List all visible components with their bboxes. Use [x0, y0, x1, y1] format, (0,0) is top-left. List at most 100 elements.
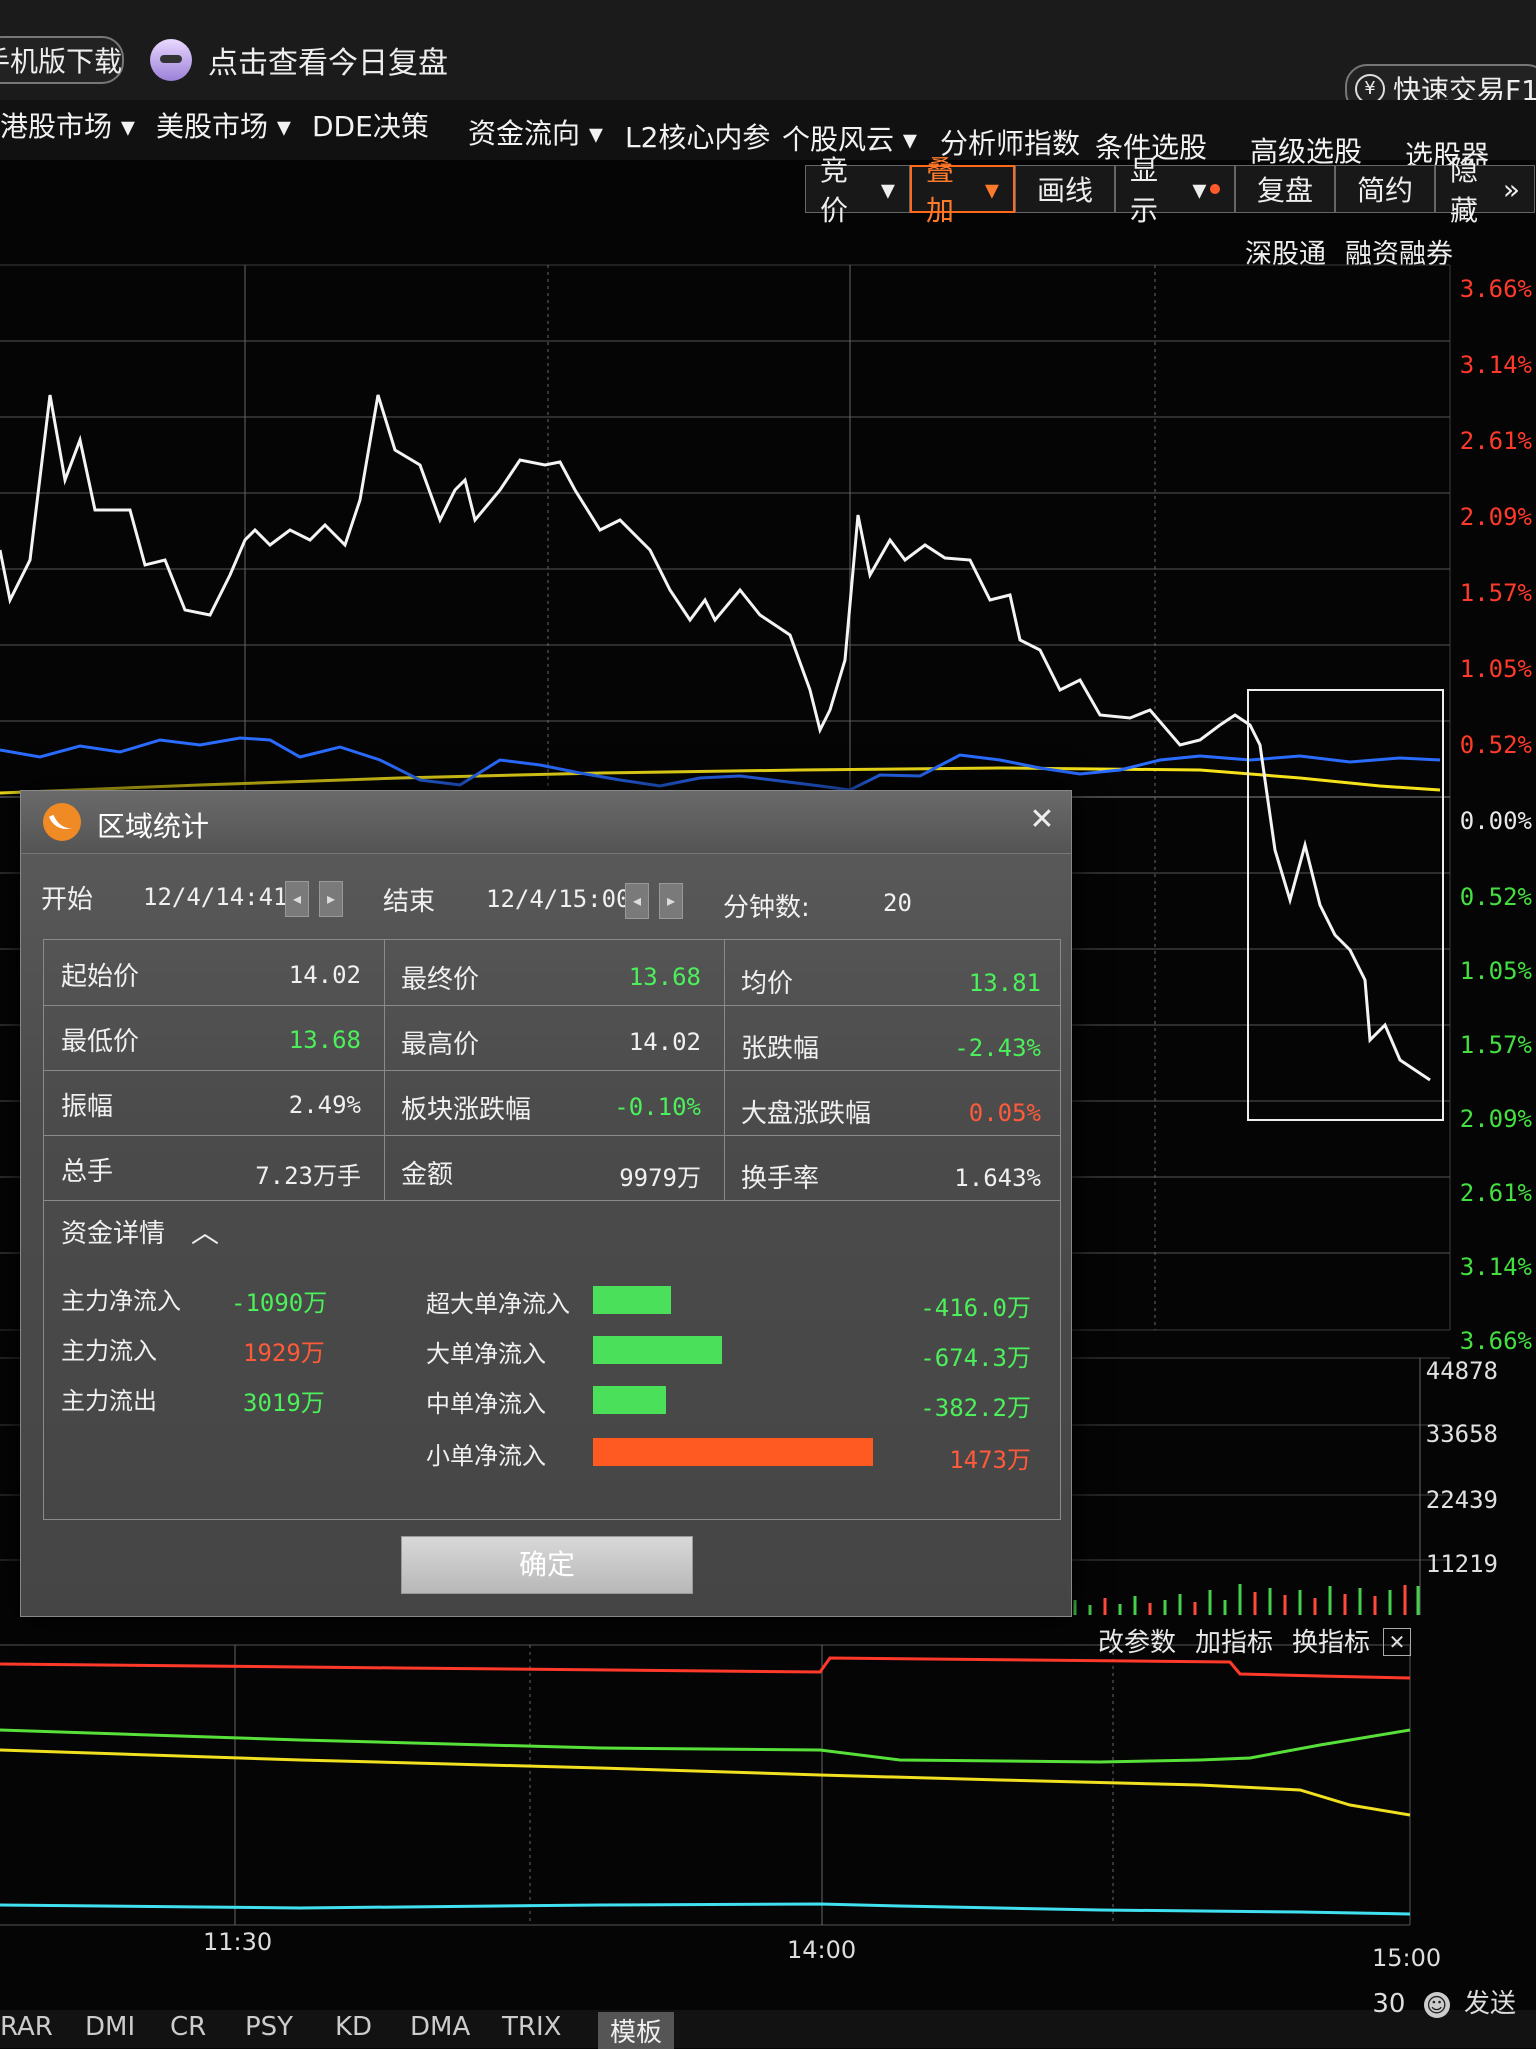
app-logo-icon	[43, 803, 81, 841]
start-label: 开始	[41, 885, 94, 915]
dialog-title: 区域统计	[97, 810, 210, 843]
volume-bars	[1073, 1584, 1420, 1615]
indicator-tab-bar	[0, 2010, 1536, 2048]
tab-rar[interactable]: RAR	[0, 2012, 53, 2042]
add-indicator-link[interactable]: 加指标	[1195, 1622, 1273, 1659]
volume-axis-1: 44878	[1425, 1357, 1498, 1385]
order-flow-bar	[593, 1286, 671, 1314]
main-inflow-label: 主力流入	[61, 1337, 157, 1365]
price-axis-down-1: 0.52%	[1459, 883, 1532, 911]
price-axis-up-7: 0.52%	[1459, 731, 1532, 759]
price-axis-down-7: 3.66%	[1459, 1327, 1532, 1355]
stat-value-amplitude: 2.49%	[288, 1091, 361, 1119]
stat-label-change: 张跌幅	[741, 1034, 820, 1064]
price-axis-up-5: 1.57%	[1459, 579, 1532, 607]
main-outflow-label: 主力流出	[61, 1387, 157, 1415]
main-net-inflow-label: 主力净流入	[61, 1287, 181, 1315]
order-flow-bar	[593, 1386, 666, 1414]
end-label: 结束	[383, 887, 436, 917]
change-indicator-link[interactable]: 换指标	[1292, 1622, 1370, 1659]
close-indicator-icon[interactable]: ✕	[1383, 1628, 1411, 1656]
stat-value-market-change: 0.05%	[968, 1099, 1041, 1127]
stat-label-turnover: 换手率	[741, 1164, 820, 1194]
stat-label-sector-change: 板块涨跌幅	[401, 1095, 532, 1125]
price-axis-down-2: 1.05%	[1459, 957, 1532, 985]
stat-value-amount: 9979万	[619, 1164, 701, 1192]
stat-value-volume: 7.23万手	[255, 1162, 361, 1190]
indicator-cyan-line	[0, 1902, 1411, 1916]
price-axis-down-3: 1.57%	[1459, 1031, 1532, 1059]
close-icon[interactable]: ✕	[1025, 803, 1059, 837]
end-prev-button[interactable]: ◂	[625, 883, 649, 919]
main-outflow-value: 3019万	[243, 1389, 325, 1417]
stat-value-high: 14.02	[628, 1028, 701, 1056]
ok-button[interactable]: 确定	[401, 1536, 693, 1594]
end-time: 12/4/15:00	[486, 885, 631, 913]
smile-icon: ☺	[1423, 1992, 1450, 2018]
order-flow-label: 中单净流入	[426, 1390, 546, 1418]
stat-value-avg: 13.81	[968, 969, 1041, 997]
time-label-1400: 14:00	[787, 1936, 857, 1964]
stat-value-close: 13.68	[628, 963, 701, 991]
selection-box	[1247, 689, 1444, 1121]
main-inflow-value: 1929万	[243, 1339, 325, 1367]
volume-axis-3: 22439	[1425, 1486, 1498, 1514]
tab-kd[interactable]: KD	[335, 2012, 372, 2042]
stat-label-open: 起始价	[61, 962, 140, 992]
price-axis-down-4: 2.09%	[1459, 1105, 1532, 1133]
dialog-header: 区域统计 ✕	[21, 791, 1071, 854]
stat-label-close: 最终价	[401, 965, 480, 995]
volume-axis-4: 11219	[1425, 1550, 1498, 1578]
start-time: 12/4/14:41	[143, 883, 288, 911]
start-next-button[interactable]: ▸	[319, 881, 343, 917]
order-flow-value: -382.2万	[920, 1394, 1031, 1422]
tab-psy[interactable]: PSY	[245, 2012, 293, 2042]
start-prev-button[interactable]: ◂	[285, 881, 309, 917]
stat-label-high: 最高价	[401, 1030, 480, 1060]
order-flow-value: -674.3万	[920, 1344, 1031, 1372]
stat-value-sector-change: -0.10%	[614, 1093, 701, 1121]
fund-details-title: 资金详情	[61, 1219, 166, 1249]
order-flow-label: 小单净流入	[426, 1442, 546, 1470]
price-axis-down-6: 3.14%	[1459, 1253, 1532, 1281]
stat-label-amplitude: 振幅	[61, 1092, 114, 1122]
send-area[interactable]: 30 ☺ 发送	[1372, 1983, 1516, 2020]
order-flow-label: 大单净流入	[426, 1340, 546, 1368]
tab-cr[interactable]: CR	[170, 2012, 206, 2042]
stat-label-market-change: 大盘涨跌幅	[741, 1099, 872, 1129]
message-count: 30	[1372, 1989, 1406, 2019]
main-net-inflow-value: -1090万	[231, 1289, 328, 1317]
order-flow-value: 1473万	[949, 1446, 1031, 1474]
indicator-red-line	[0, 1656, 1411, 1680]
stat-value-low: 13.68	[288, 1026, 361, 1054]
stat-value-open: 14.02	[288, 961, 361, 989]
stats-table	[43, 939, 1061, 1201]
order-flow-bar	[593, 1438, 873, 1466]
price-axis-up-3: 2.61%	[1459, 427, 1532, 455]
tab-dmi[interactable]: DMI	[85, 2012, 135, 2042]
tab-dma[interactable]: DMA	[410, 2012, 470, 2042]
stat-value-change: -2.43%	[954, 1034, 1041, 1062]
end-next-button[interactable]: ▸	[659, 883, 683, 919]
price-axis-down-5: 2.61%	[1459, 1179, 1532, 1207]
minutes-value: 20	[883, 889, 912, 917]
stat-label-amount: 金额	[401, 1160, 454, 1190]
price-axis-up-1: 3.66%	[1459, 275, 1532, 303]
minutes-label: 分钟数:	[723, 893, 810, 923]
volume-axis-2: 33658	[1425, 1420, 1498, 1448]
tab-template[interactable]: 模板	[598, 2012, 675, 2049]
time-label-1130: 11:30	[203, 1928, 273, 1956]
tab-trix[interactable]: TRIX	[502, 2012, 561, 2042]
stat-label-low: 最低价	[61, 1027, 140, 1057]
order-flow-value: -416.0万	[920, 1294, 1031, 1322]
stat-label-avg: 均价	[741, 969, 794, 999]
edit-params-link[interactable]: 改参数	[1098, 1622, 1176, 1659]
price-axis-up-6: 1.05%	[1459, 655, 1532, 683]
time-label-1500: 15:00	[1372, 1944, 1442, 1972]
order-flow-bar	[593, 1336, 722, 1364]
stat-value-turnover: 1.643%	[954, 1164, 1041, 1192]
chevron-up-icon[interactable]: ︿	[191, 1211, 219, 1251]
index-overlay-line	[0, 736, 1441, 792]
stat-label-volume: 总手	[61, 1157, 114, 1187]
send-label: 发送	[1463, 1989, 1516, 2019]
